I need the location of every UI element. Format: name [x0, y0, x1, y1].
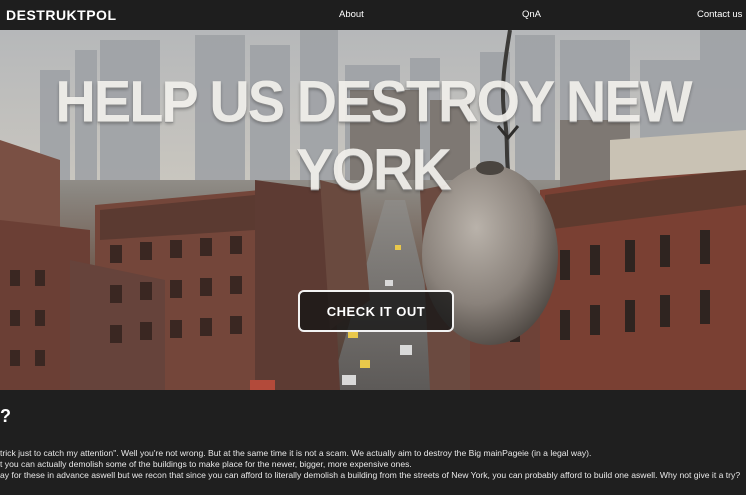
site-logo[interactable]: DESTRUKTPOL [6, 7, 117, 23]
paragraph-line: trick just to catch my attention". Well … [0, 448, 592, 458]
paragraph-line: ay for these in advance aswell but we re… [0, 470, 741, 480]
paragraph-line: t you can actually demolish some of the … [0, 459, 412, 469]
nav-link-about[interactable]: About [339, 9, 364, 20]
section-heading: ? [0, 406, 11, 426]
nav-link-qna[interactable]: QnA [522, 9, 541, 20]
check-it-out-button[interactable]: CHECK IT OUT [298, 290, 454, 332]
hero-title: HELP US DESTROY NEW YORK [55, 67, 692, 203]
nav-link-contact[interactable]: Contact us [697, 9, 742, 20]
about-section: ? trick just to catch my attention". Wel… [0, 390, 746, 495]
top-navbar: DESTRUKTPOL About QnA Contact us [0, 0, 746, 30]
hero-banner: HELP US DESTROY NEW YORK CHECK IT OUT [0, 30, 746, 390]
